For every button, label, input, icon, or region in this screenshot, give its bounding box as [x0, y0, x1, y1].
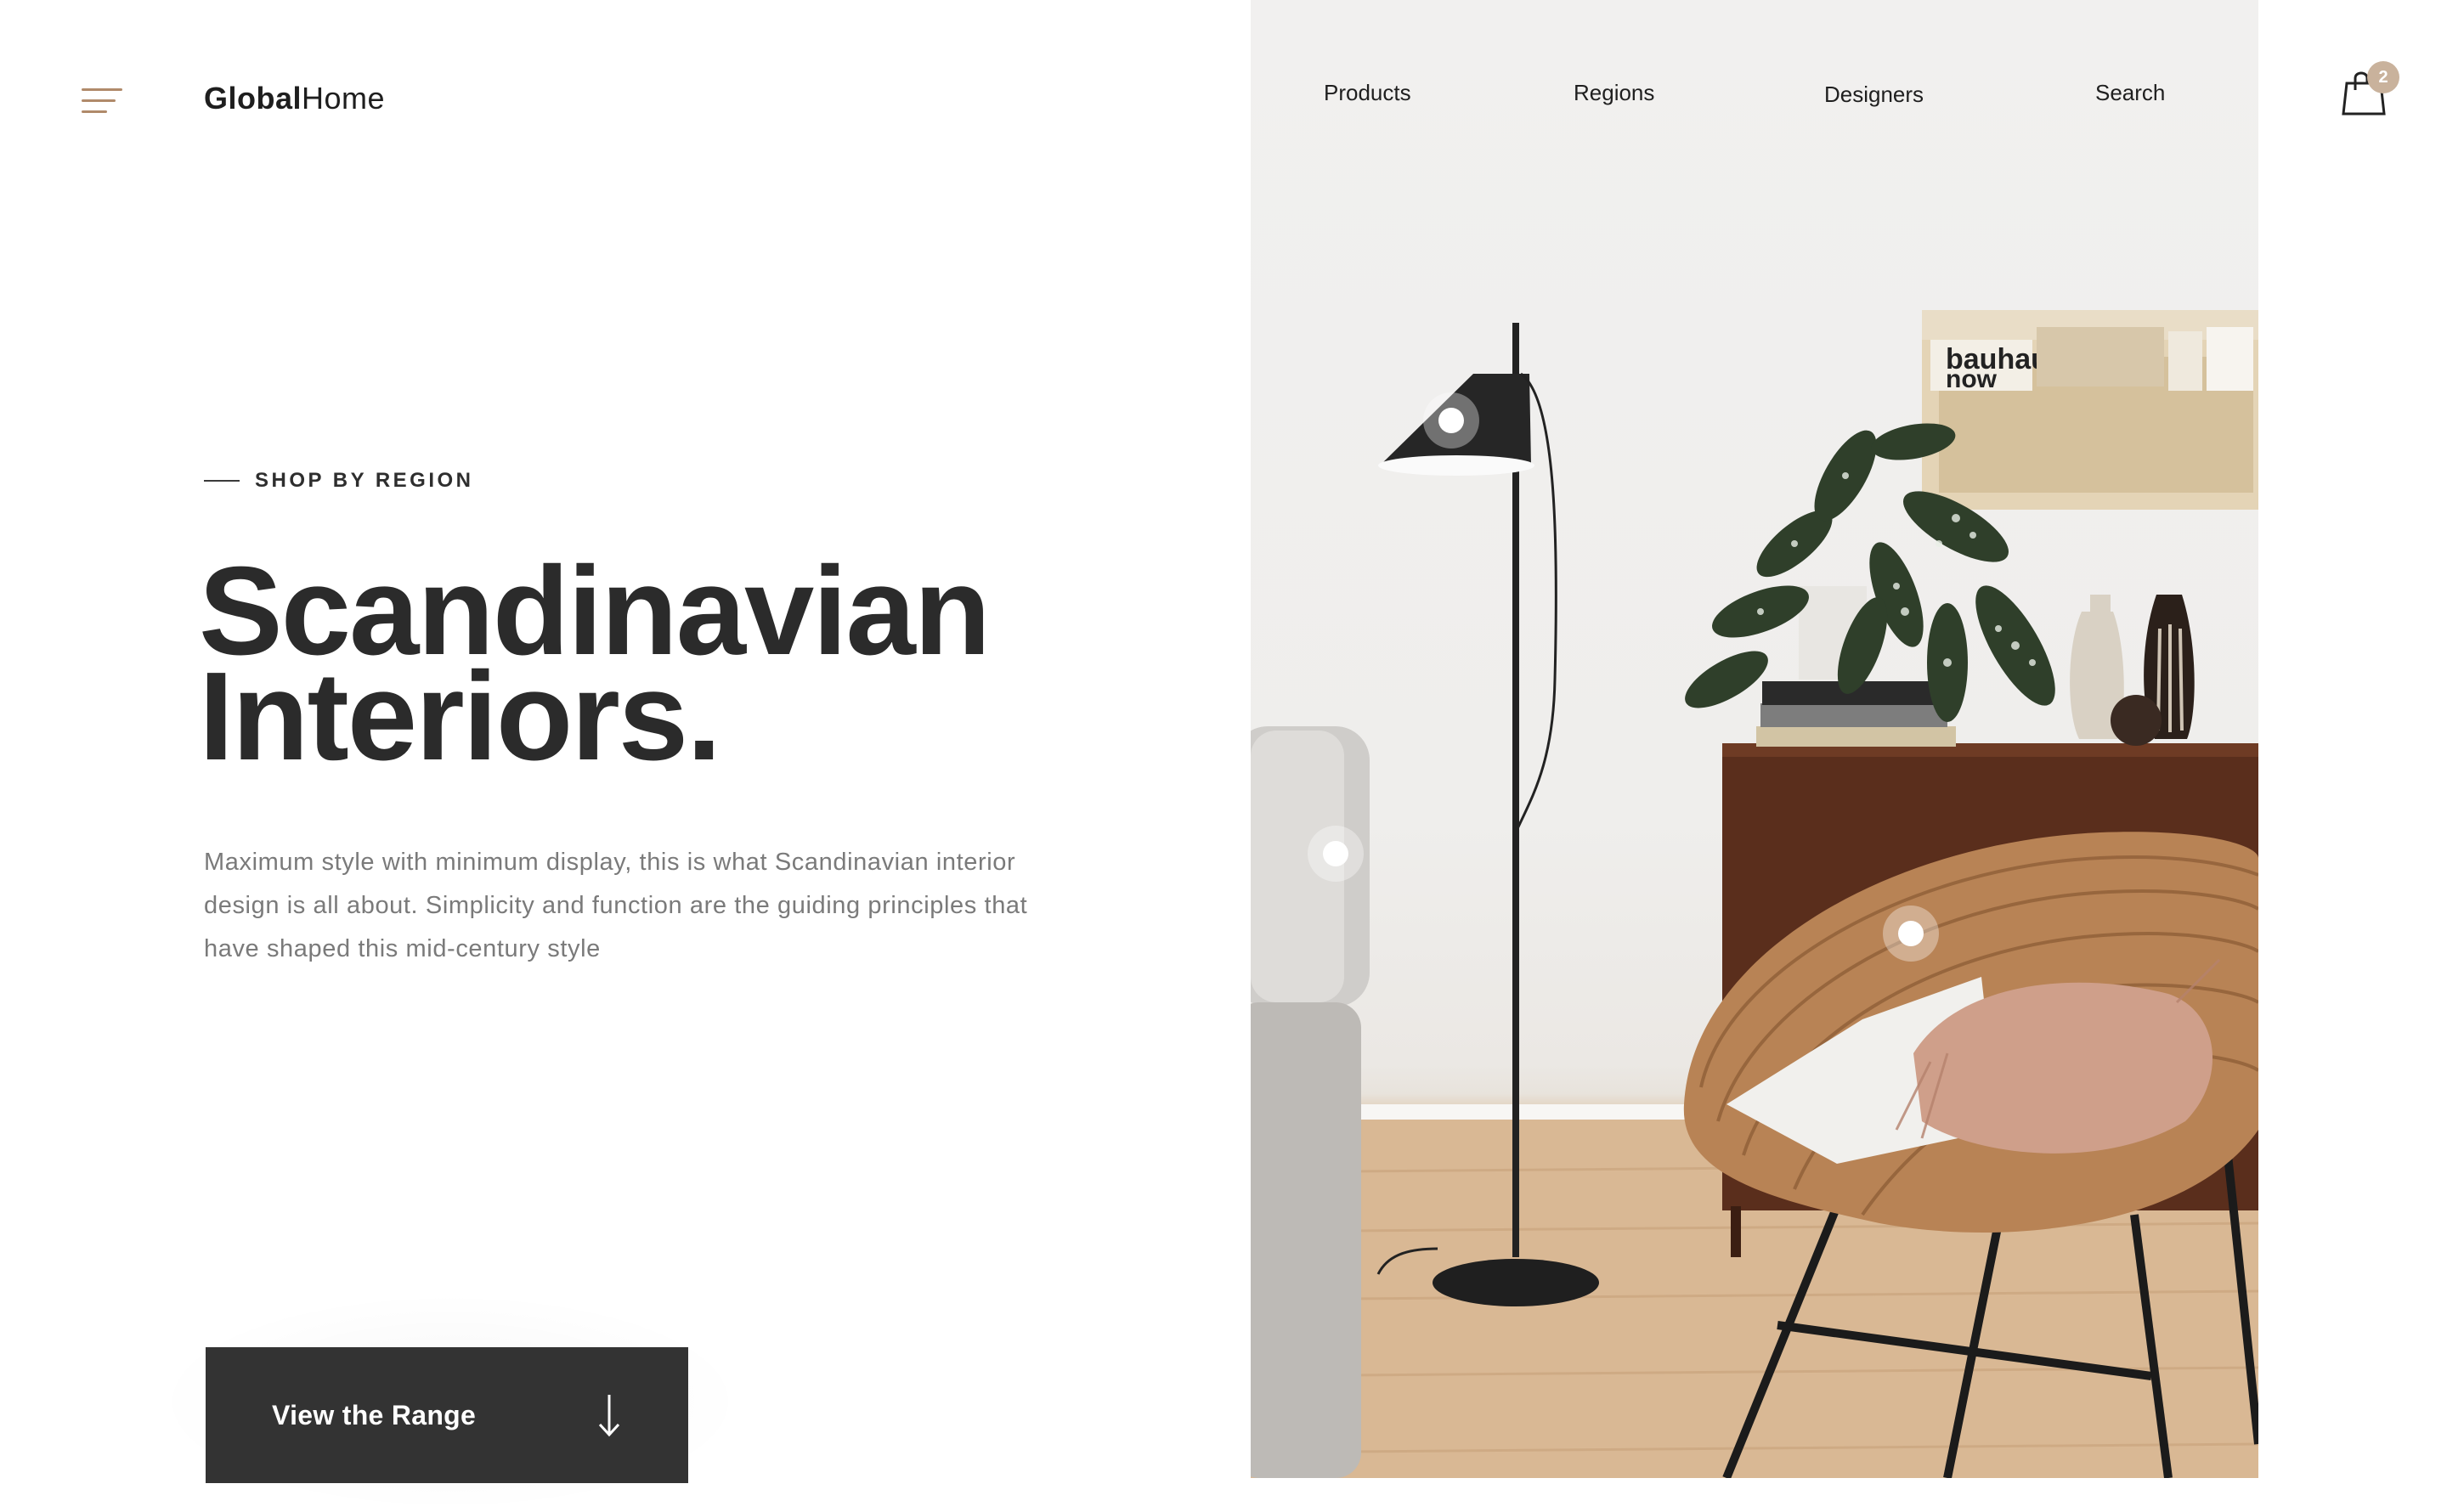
arrow-down-icon: [598, 1395, 620, 1437]
view-range-label: View the Range: [272, 1399, 477, 1430]
nav-products[interactable]: Products: [1324, 80, 1411, 106]
brand-logo-light: Home: [302, 81, 386, 116]
section-eyebrow: SHOP BY REGION: [204, 469, 474, 493]
menu-line: [82, 110, 107, 113]
hamburger-menu-icon: [82, 88, 122, 91]
intro-paragraph: Maximum style with minimum display, this…: [204, 849, 1028, 962]
page-title: Scandinavian Interiors.: [199, 549, 1218, 787]
eyebrow-dash: [204, 480, 240, 482]
hero-image: bauhaus now: [1251, 0, 2258, 1478]
nav-search[interactable]: Search: [2095, 80, 2165, 106]
brand-logo[interactable]: GlobalHome: [204, 81, 385, 116]
nav-designers[interactable]: Designers: [1824, 82, 1924, 108]
cart-count-badge: 2: [2367, 61, 2399, 93]
menu-button[interactable]: [82, 87, 122, 117]
main-nav: Products Regions Designers Search: [1251, 75, 2258, 109]
menu-line: [82, 99, 116, 102]
product-hotspot-sofa[interactable]: [1308, 826, 1364, 882]
hero-illustration: bauhaus now: [1251, 310, 2258, 1478]
product-hotspot-lamp[interactable]: [1423, 392, 1479, 449]
view-range-button[interactable]: View the Range: [206, 1347, 688, 1483]
product-hotspot-chair[interactable]: [1883, 906, 1939, 962]
page-title-line-2: Interiors.: [199, 646, 721, 787]
nav-regions[interactable]: Regions: [1574, 80, 1654, 106]
book-title-2: now: [1946, 365, 1998, 393]
wall-shelf: bauhaus now: [1922, 310, 2258, 510]
brand-logo-bold: Global: [204, 81, 302, 116]
eyebrow-label: SHOP BY REGION: [255, 469, 474, 492]
